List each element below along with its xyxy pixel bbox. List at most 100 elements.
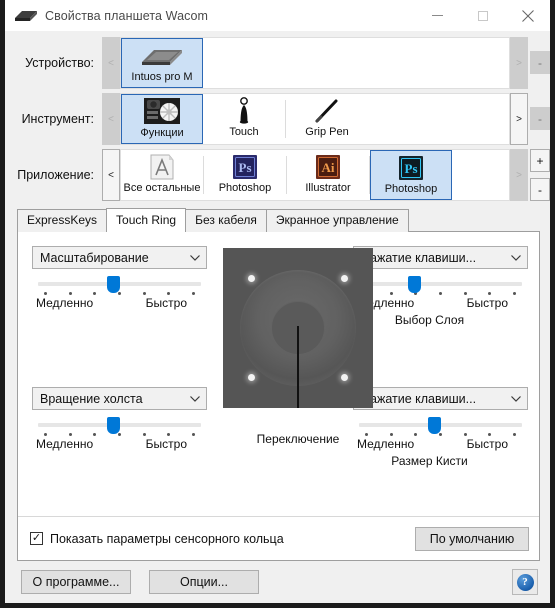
device-pm-box: - [530,37,550,89]
bottom-left-speed-slider[interactable] [38,417,201,434]
device-row: Устройство: < Intuos pro M > - [5,37,550,89]
bottom-left-slow-label: Медленно [36,437,94,451]
touch-finger-icon [230,97,258,125]
window-buttons [415,0,550,31]
touch-ring-image [223,248,373,408]
bottom-left-fast-label: Быстро [145,437,187,451]
tablet-icon [138,42,186,70]
bottom-right-slider-endpoints: Медленно Быстро [357,437,524,451]
maximize-button[interactable] [460,0,505,31]
help-icon: ? [516,573,534,591]
chevron-down-icon [184,395,206,402]
slider-thumb[interactable] [408,276,422,293]
svg-text:Ai: Ai [322,160,335,175]
bottom-left-slider-endpoints: Медленно Быстро [36,437,203,451]
bottom-right-function-dropdown[interactable]: Нажатие клавиши... [353,387,528,410]
top-right-speed-slider[interactable] [359,276,522,293]
photoshop-icon: Ps [231,153,259,181]
device-item-label: Intuos pro M [131,71,193,83]
device-strip: Intuos pro M [120,37,510,89]
svg-text:Ps: Ps [405,161,418,176]
top-right-function-value: Нажатие клавиши... [361,250,477,265]
application-pm-box: + - [530,149,550,201]
tool-item-functions[interactable]: Функции [121,94,203,144]
bottom-right-caption: Размер Кисти [391,454,468,468]
application-strip: Все остальные Ps Photoshop Ai Illustrato… [120,149,510,201]
selector-rows: Устройство: < Intuos pro M > - Инструмен… [5,31,550,208]
application-next-button[interactable]: > [510,149,528,201]
control-top-right: Нажатие клавиши... Медленно Быстро Выбор [353,246,528,327]
tool-pm-box: - [530,93,550,145]
top-right-caption: Выбор Слоя [394,313,465,327]
chevron-down-icon [505,254,527,261]
slider-track [359,282,522,286]
tab-on-screen-controls[interactable]: Экранное управление [265,209,409,232]
all-other-apps-icon [147,153,177,181]
top-left-function-value: Масштабирование [40,250,149,265]
tool-item-touch[interactable]: Touch [203,94,285,144]
led-indicator-icon [341,374,348,381]
application-prev-button[interactable]: < [102,149,120,201]
application-item-photoshop-cc[interactable]: Ps Photoshop [370,150,452,200]
help-button[interactable]: ? [512,569,538,595]
tab-footer: ✓ Показать параметры сенсорного кольца П… [18,516,539,560]
top-left-fast-label: Быстро [145,296,187,310]
tool-prev-button[interactable]: < [102,93,120,145]
svg-text:Ps: Ps [239,160,252,175]
tool-strip: Функции Touch Grip Pen [120,93,510,145]
top-left-slow-label: Медленно [36,296,94,310]
device-prev-button[interactable]: < [102,37,120,89]
slider-thumb[interactable] [106,276,120,293]
tab-expresskeys[interactable]: ExpressKeys [17,209,108,232]
tool-remove-button[interactable]: - [530,107,550,130]
top-right-function-dropdown[interactable]: Нажатие клавиши... [353,246,528,269]
control-bottom-right: Нажатие клавиши... Медленно Быстро Разме… [353,387,528,468]
wacom-tablet-icon [13,8,39,24]
application-item-all-other[interactable]: Все остальные [121,150,203,200]
tab-wireless[interactable]: Без кабеля [185,209,267,232]
illustrator-icon: Ai [314,153,342,181]
bottom-left-function-dropdown[interactable]: Вращение холста [32,387,207,410]
device-remove-button[interactable]: - [530,51,550,74]
close-button[interactable] [505,0,550,31]
application-item-label: Photoshop [218,182,272,194]
tab-panel-touch-ring: Масштабирование Медленно Быстро Нажатие … [17,231,540,561]
led-indicator-icon [248,374,255,381]
options-button[interactable]: Опции... [149,570,259,594]
about-button[interactable]: О программе... [21,570,131,594]
tab-touch-ring[interactable]: Touch Ring [106,208,187,232]
application-remove-button[interactable]: - [530,178,550,201]
title-bar: Свойства планшета Wacom [5,0,550,31]
minimize-button[interactable] [415,0,460,31]
application-label: Приложение: [17,168,94,182]
show-ring-settings-label: Показать параметры сенсорного кольца [50,531,284,546]
show-ring-settings-checkbox[interactable]: ✓ [30,532,43,545]
show-ring-settings-checkbox-wrap[interactable]: ✓ Показать параметры сенсорного кольца [30,532,415,546]
application-item-photoshop[interactable]: Ps Photoshop [204,150,286,200]
tool-item-label: Touch [229,126,259,138]
application-item-label: Photoshop [384,183,438,195]
tool-item-grip-pen[interactable]: Grip Pen [286,94,368,144]
device-item-intuos-pro-m[interactable]: Intuos pro M [121,38,203,88]
slider-thumb[interactable] [427,417,441,434]
tool-label: Инструмент: [21,112,94,126]
top-left-function-dropdown[interactable]: Масштабирование [32,246,207,269]
application-item-label: Illustrator [305,182,351,194]
window-footer: О программе... Опции... ? [5,561,550,603]
device-next-button[interactable]: > [510,37,528,89]
tab-strip: ExpressKeys Touch Ring Без кабеля Экранн… [17,208,540,232]
control-top-left: Масштабирование Медленно Быстро [32,246,207,310]
tool-next-button[interactable]: > [510,93,528,145]
slider-thumb[interactable] [106,417,120,434]
application-add-button[interactable]: + [530,149,550,172]
device-label: Устройство: [25,56,94,70]
top-right-slider-endpoints: Медленно Быстро [357,296,524,310]
led-indicator-icon [341,275,348,282]
bottom-left-function-value: Вращение холста [40,391,143,406]
top-left-speed-slider[interactable] [38,276,201,293]
tool-item-label: Grip Pen [305,126,349,138]
application-item-illustrator[interactable]: Ai Illustrator [287,150,369,200]
application-row: Приложение: < Все остальные Ps Photoshop… [5,149,550,201]
bottom-right-speed-slider[interactable] [359,417,522,434]
defaults-button[interactable]: По умолчанию [415,526,529,551]
